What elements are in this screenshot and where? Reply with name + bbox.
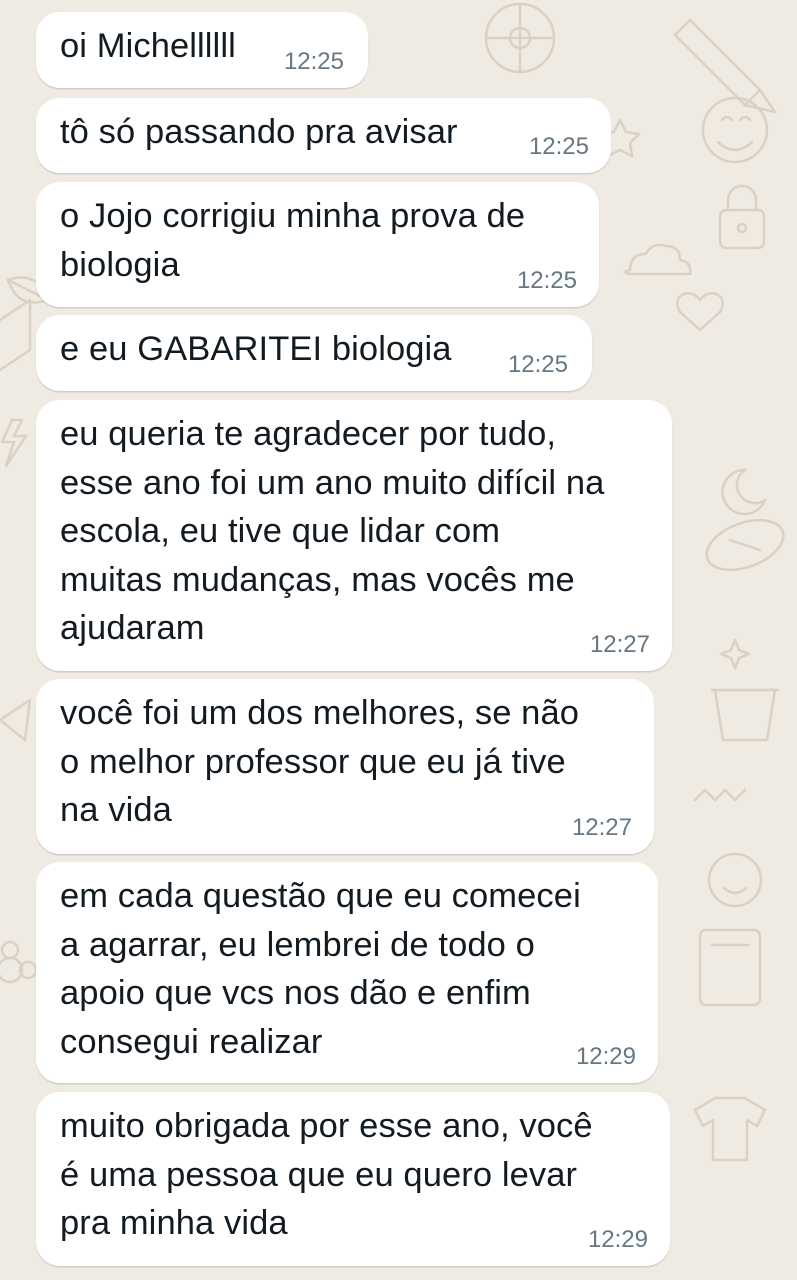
chat-message-list[interactable]: oi Michellllll 12:25 tô só passando pra … bbox=[0, 0, 797, 1280]
message-timestamp: 12:27 bbox=[571, 814, 632, 841]
message-bubble[interactable]: muito obrigada por esse ano, você é uma … bbox=[36, 1092, 670, 1266]
message-bubble[interactable]: oi Michellllll 12:25 bbox=[36, 12, 368, 88]
message-text: e eu GABARITEI biologia bbox=[60, 330, 452, 368]
message-text: o Jojo corrigiu minha prova de biologia bbox=[60, 197, 526, 284]
message-text: você foi um dos melhores, se não o melho… bbox=[60, 694, 580, 829]
message-bubble[interactable]: em cada questão que eu comecei a agarrar… bbox=[36, 862, 658, 1083]
message-bubble[interactable]: tô só passando pra avisar 12:25 bbox=[36, 98, 611, 173]
message-timestamp: 12:27 bbox=[589, 631, 650, 658]
message-bubble[interactable]: eu queria te agradecer por tudo, esse an… bbox=[36, 400, 672, 671]
message-timestamp: 12:29 bbox=[587, 1226, 648, 1253]
message-text: em cada questão que eu comecei a agarrar… bbox=[60, 877, 581, 1061]
message-timestamp: 12:25 bbox=[516, 267, 577, 294]
message-bubble[interactable]: o Jojo corrigiu minha prova de biologia … bbox=[36, 182, 599, 307]
message-timestamp: 12:29 bbox=[575, 1043, 636, 1070]
message-bubble[interactable]: você foi um dos melhores, se não o melho… bbox=[36, 679, 654, 854]
message-timestamp: 12:25 bbox=[528, 133, 589, 160]
message-text: muito obrigada por esse ano, você é uma … bbox=[60, 1107, 593, 1242]
message-text: eu queria te agradecer por tudo, esse an… bbox=[60, 415, 605, 647]
message-text: oi Michellllll bbox=[60, 27, 236, 65]
message-bubble[interactable]: e eu GABARITEI biologia 12:25 bbox=[36, 315, 592, 391]
message-text: tô só passando pra avisar bbox=[60, 113, 458, 151]
message-timestamp: 12:25 bbox=[507, 351, 568, 378]
message-timestamp: 12:25 bbox=[283, 48, 344, 75]
